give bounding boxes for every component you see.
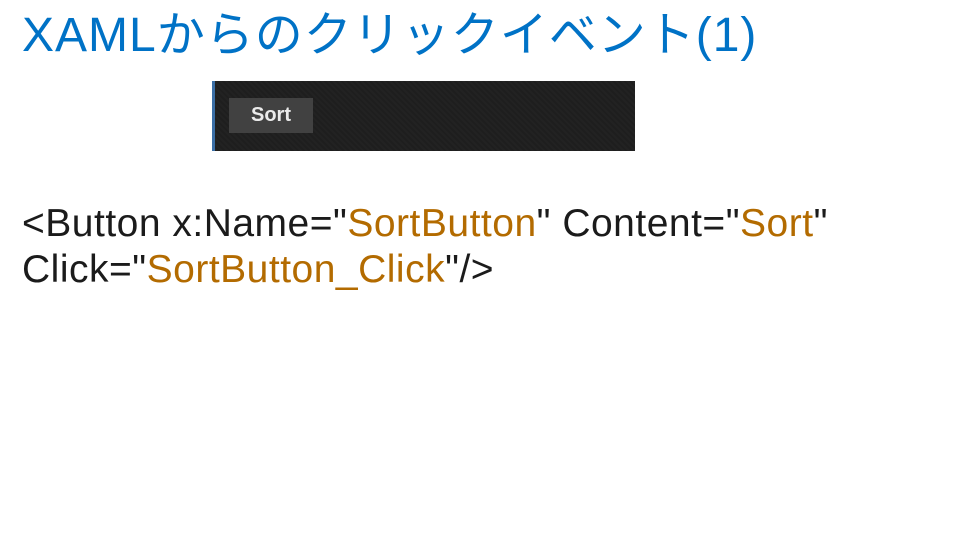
sort-button[interactable]: Sort [229,98,313,133]
slide-title: XAMLからのクリックイベント(1) [22,10,938,63]
code-text: "/> [445,248,494,291]
code-string: SortButton [347,202,536,245]
ui-preview-panel: Sort [212,81,635,151]
code-string: Sort [740,202,814,245]
slide: XAMLからのクリックイベント(1) Sort <Button x:Name="… [0,0,960,303]
code-text: Click=" [22,248,147,291]
code-line-2: Click="SortButton_Click"/> [22,247,938,293]
code-text: " Content=" [537,202,740,245]
code-string: SortButton_Click [147,248,445,291]
code-text: <Button x:Name=" [22,202,347,245]
code-line-1: <Button x:Name="SortButton" Content="Sor… [22,201,938,247]
xaml-code-block: <Button x:Name="SortButton" Content="Sor… [22,201,938,293]
code-text: " [814,202,828,245]
